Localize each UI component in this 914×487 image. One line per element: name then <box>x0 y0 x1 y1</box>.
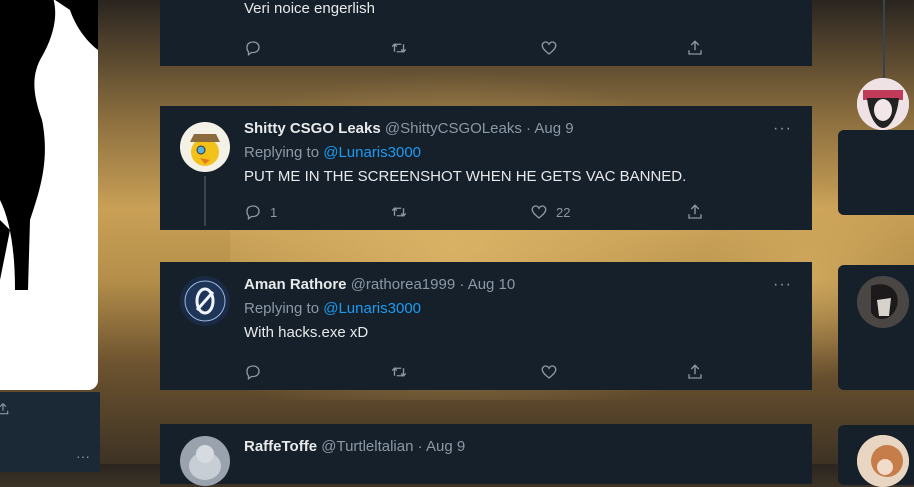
mention-link[interactable]: @Lunaris3000 <box>323 300 421 317</box>
avatar-image <box>857 78 909 130</box>
right-card <box>838 130 914 215</box>
avatar[interactable] <box>180 122 230 172</box>
reply-icon <box>246 41 260 57</box>
avatar[interactable] <box>857 435 909 487</box>
display-name[interactable]: RaffeToffe <box>244 438 317 455</box>
avatar-image <box>180 436 230 486</box>
like-button[interactable] <box>540 362 558 382</box>
reply-count: 1 <box>270 204 278 220</box>
tweet-text: Veri noice engerlish <box>244 0 375 17</box>
more-icon[interactable]: ··· <box>76 448 90 464</box>
like-button[interactable]: 22 <box>530 202 570 222</box>
left-card-footer: ··· <box>0 392 100 472</box>
retweet-icon <box>391 367 407 377</box>
share-icon <box>688 40 702 55</box>
more-icon[interactable]: ··· <box>773 120 792 138</box>
separator: · <box>459 276 465 293</box>
tweet-actions <box>244 362 714 382</box>
replying-label: Replying to <box>244 300 320 317</box>
profile-image <box>0 0 98 390</box>
tweet-text: With hacks.exe xD <box>244 324 369 341</box>
reply-button[interactable] <box>244 38 262 58</box>
share-icon <box>688 364 702 379</box>
like-count: 22 <box>556 204 571 220</box>
mention-link[interactable]: @Lunaris3000 <box>323 144 421 161</box>
more-icon[interactable]: ··· <box>773 276 792 294</box>
like-icon <box>541 365 557 379</box>
avatar-image <box>180 276 230 326</box>
share-icon[interactable] <box>0 402 10 416</box>
tweet-card[interactable]: Aman Rathore @rathorea1999 · Aug 10 ··· … <box>160 262 812 390</box>
share-button[interactable] <box>686 38 704 58</box>
reply-icon <box>246 365 260 381</box>
avatar[interactable] <box>180 276 230 326</box>
tweet-card[interactable]: Shitty CSGO Leaks @ShittyCSGOLeaks · Aug… <box>160 106 812 230</box>
timestamp[interactable]: Aug 9 <box>534 120 573 137</box>
share-icon <box>688 204 702 219</box>
avatar[interactable] <box>180 436 230 486</box>
handle[interactable]: @Turtleltalian <box>321 438 413 455</box>
timestamp[interactable]: Aug 9 <box>426 438 465 455</box>
handle[interactable]: @ShittyCSGOLeaks <box>385 120 522 137</box>
like-icon <box>531 205 547 219</box>
separator: · <box>526 120 532 137</box>
profile-image-panel <box>0 0 98 390</box>
retweet-button[interactable] <box>390 202 408 222</box>
like-icon <box>541 41 557 55</box>
thread-line <box>204 176 206 226</box>
like-button[interactable] <box>540 38 558 58</box>
handle[interactable]: @rathorea1999 <box>351 276 455 293</box>
avatar[interactable] <box>857 78 909 130</box>
reply-button[interactable]: 1 <box>244 202 277 222</box>
display-name[interactable]: Aman Rathore <box>244 276 347 293</box>
replying-to: Replying to @Lunaris3000 <box>244 300 421 317</box>
replying-label: Replying to <box>244 144 320 161</box>
retweet-icon <box>391 43 407 53</box>
thread-line <box>883 0 885 78</box>
separator: · <box>417 438 423 455</box>
avatar-image <box>857 435 909 487</box>
avatar-image <box>857 276 909 328</box>
tweet-header: Shitty CSGO Leaks @ShittyCSGOLeaks · Aug… <box>244 120 574 137</box>
tweet-header: RaffeToffe @Turtleltalian · Aug 9 <box>244 438 465 455</box>
tweet-card[interactable]: RaffeToffe @Turtleltalian · Aug 9 <box>160 424 812 486</box>
display-name[interactable]: Shitty CSGO Leaks <box>244 120 381 137</box>
tweet-card[interactable]: Veri noice engerlish <box>160 0 812 66</box>
retweet-button[interactable] <box>390 38 408 58</box>
reply-button[interactable] <box>244 362 262 382</box>
avatar-image <box>180 122 230 172</box>
tweet-header: Aman Rathore @rathorea1999 · Aug 10 <box>244 276 515 293</box>
tweet-actions: 1 22 <box>244 202 714 222</box>
retweet-icon <box>391 207 407 217</box>
retweet-button[interactable] <box>390 362 408 382</box>
tweet-text: PUT ME IN THE SCREENSHOT WHEN HE GETS VA… <box>244 168 687 185</box>
replying-to: Replying to @Lunaris3000 <box>244 144 421 161</box>
share-button[interactable] <box>686 202 704 222</box>
share-button[interactable] <box>686 362 704 382</box>
reply-icon <box>246 205 260 221</box>
avatar[interactable] <box>857 276 909 328</box>
timestamp[interactable]: Aug 10 <box>468 276 516 293</box>
tweet-actions <box>244 38 714 58</box>
